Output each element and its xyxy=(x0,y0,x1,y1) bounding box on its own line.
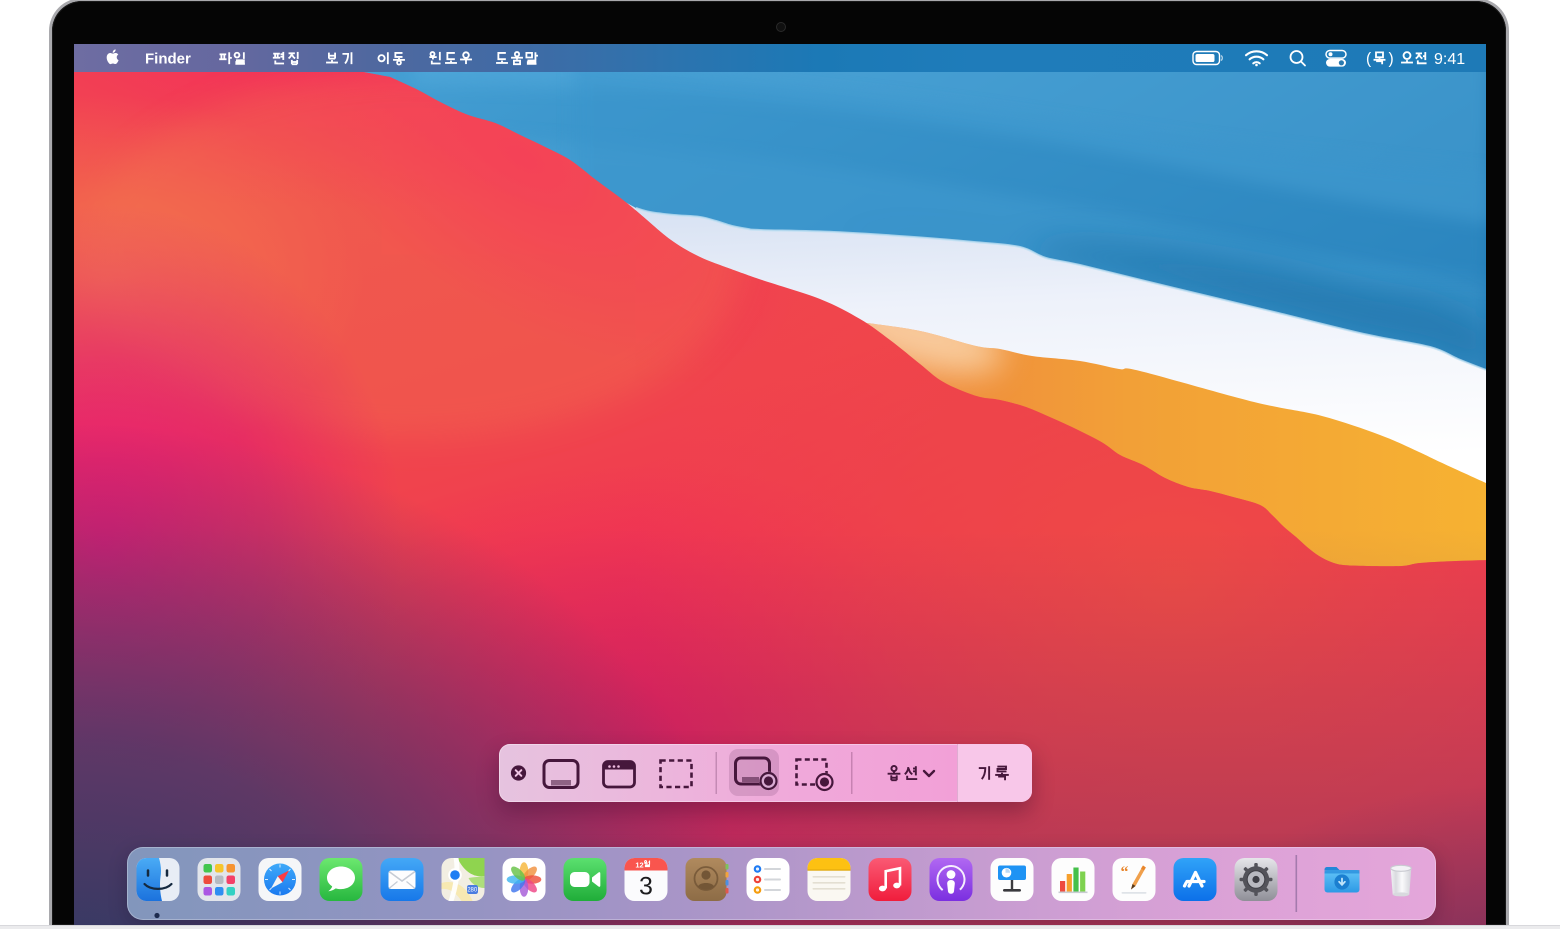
svg-text:): ) xyxy=(1389,51,1394,68)
svg-text:9:41: 9:41 xyxy=(1434,51,1465,68)
svg-text:(: ( xyxy=(1366,51,1372,68)
svg-text:Finder: Finder xyxy=(145,51,191,68)
svg-text:3: 3 xyxy=(639,873,653,901)
svg-text:“: “ xyxy=(1121,864,1129,881)
svg-text:280: 280 xyxy=(467,888,478,894)
svg-text:12: 12 xyxy=(635,860,643,869)
